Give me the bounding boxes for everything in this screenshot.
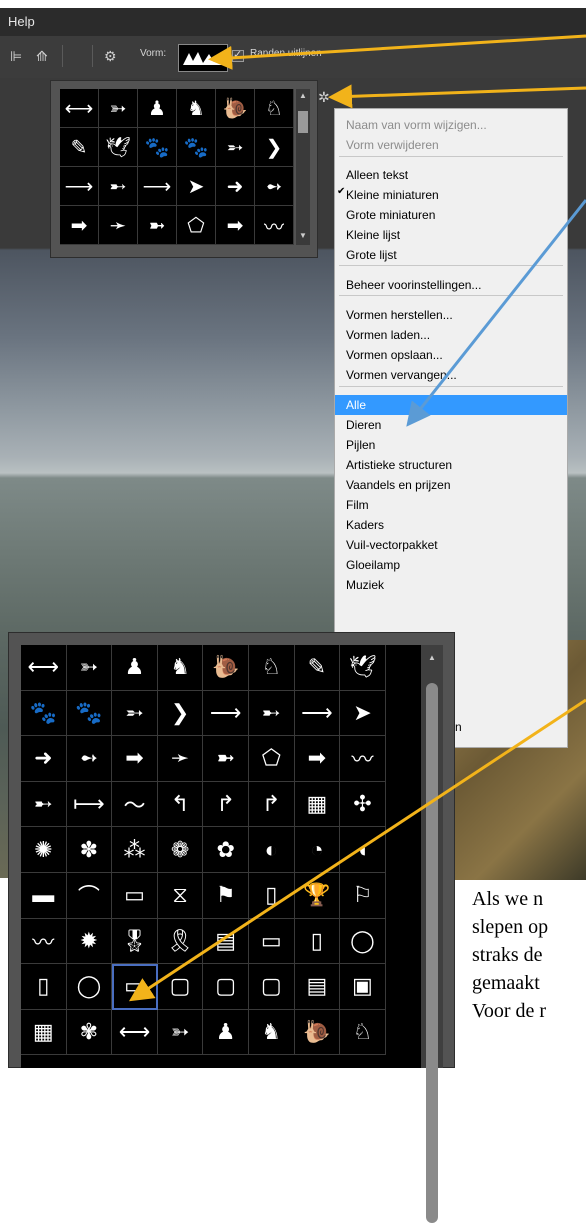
arrow-to-ellipse-frame bbox=[128, 698, 586, 1002]
arrow-to-gear bbox=[328, 84, 586, 109]
arrow-to-alle bbox=[406, 199, 586, 427]
annotation-arrows bbox=[128, 34, 586, 1002]
arrow-to-shape-swatch bbox=[208, 34, 586, 70]
